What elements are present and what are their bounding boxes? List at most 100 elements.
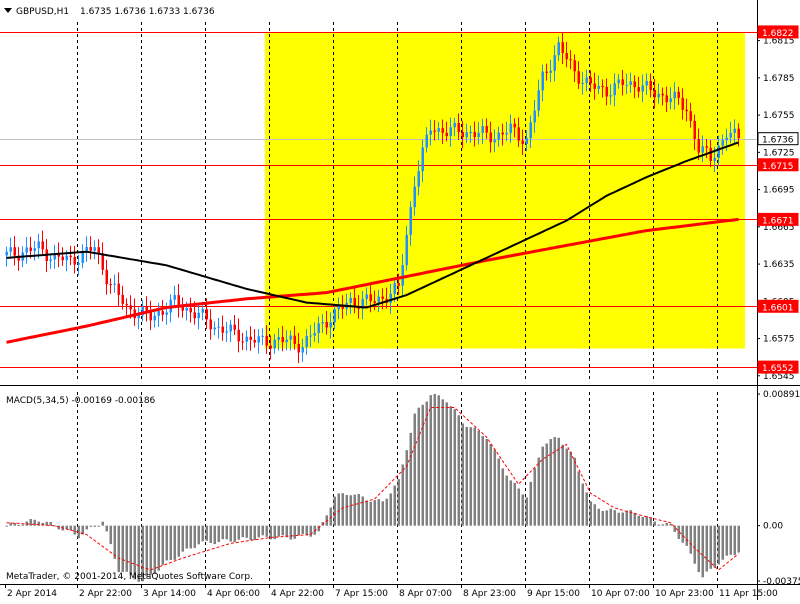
macd-bar <box>413 413 416 526</box>
time-tick-label: 3 Apr 14:00 <box>143 589 196 599</box>
macd-bar <box>573 457 576 526</box>
candle-body <box>213 327 216 330</box>
macd-bar <box>521 494 524 526</box>
macd-bar <box>709 525 712 569</box>
candle-body <box>225 331 228 333</box>
candle-body <box>625 84 628 86</box>
time-tick-label: 2 Apr 22:00 <box>79 589 132 599</box>
macd-bar <box>73 525 76 535</box>
candle-body <box>497 132 500 140</box>
macd-bar <box>125 525 128 572</box>
candle-body <box>737 128 740 139</box>
macd-bar <box>89 525 92 527</box>
macd-bar <box>645 516 648 526</box>
candle-body <box>245 336 248 342</box>
chart-window[interactable]: 1.6815 1.6785 1.6755 1.6725 1.6695 1.6665 1.66… <box>0 0 800 600</box>
macd-bar <box>561 444 564 526</box>
candle-body <box>521 140 524 144</box>
candle-body <box>277 337 280 340</box>
macd-bar <box>369 501 372 526</box>
price-label: 1.6601 <box>762 303 794 313</box>
candle-body <box>697 138 700 153</box>
price-tick-label: 1.6575 <box>763 335 795 345</box>
time-tick-label: 2 Apr 2014 <box>7 589 57 599</box>
macd-bar <box>417 407 420 526</box>
candle-body <box>273 339 276 349</box>
time-tick-label: 4 Apr 06:00 <box>207 589 260 599</box>
candle-body <box>545 71 548 73</box>
macd-bar <box>565 448 568 526</box>
macd-bar <box>165 525 168 561</box>
candle-body <box>613 83 616 96</box>
candle-body <box>541 71 544 91</box>
macd-bar <box>541 446 544 526</box>
macd-bar <box>373 500 376 526</box>
candle-body <box>321 322 324 324</box>
candle-body <box>381 296 384 299</box>
macd-bar <box>501 468 504 526</box>
candle-body <box>409 207 412 235</box>
symbol-timeframe: GBPUSD,H1 <box>16 7 69 17</box>
time-tick-label: 8 Apr 07:00 <box>399 589 452 599</box>
macd-bar <box>181 525 184 552</box>
candle-body <box>157 311 160 316</box>
macd-bar <box>113 525 116 559</box>
candle-body <box>373 301 376 303</box>
macd-bar <box>301 525 304 534</box>
macd-bar <box>341 493 344 526</box>
candle-body <box>5 251 8 256</box>
candle-body <box>269 345 272 349</box>
candle-body <box>125 303 128 306</box>
candle-body <box>465 132 468 138</box>
macd-bar <box>277 525 280 537</box>
macd-bar <box>433 393 436 526</box>
macd-bar <box>617 512 620 526</box>
candle-body <box>453 122 456 128</box>
macd-bar <box>297 525 300 536</box>
macd-bar <box>485 438 488 526</box>
candle-body <box>605 86 608 97</box>
candle-body <box>261 335 264 337</box>
macd-bar <box>265 525 268 537</box>
macd-bar <box>121 525 124 572</box>
macd-bar <box>681 525 684 543</box>
candle-body <box>105 269 108 285</box>
macd-bar <box>69 525 72 531</box>
candle-body <box>329 322 332 328</box>
macd-bar <box>193 525 196 548</box>
candle-body <box>301 347 304 353</box>
candle-body <box>129 305 132 310</box>
macd-bar <box>697 525 700 573</box>
candle-body <box>677 91 680 98</box>
macd-bar <box>249 525 252 541</box>
macd-bar <box>421 404 424 526</box>
price-label: 1.6822 <box>762 29 794 39</box>
candle-body <box>597 85 600 89</box>
copyright-text: MetaTrader, © 2001-2014, MetaQuotes Soft… <box>6 572 253 582</box>
macd-bar <box>105 525 108 532</box>
macd-bar <box>465 426 468 526</box>
candle-body <box>237 329 240 342</box>
candle-body <box>217 326 220 328</box>
chart-canvas[interactable]: 1.68151.67851.67551.67251.66951.66651.66… <box>0 0 800 600</box>
macd-bar <box>657 524 660 526</box>
macd-bar <box>569 451 572 526</box>
candle-body <box>397 283 400 286</box>
candle-body <box>693 120 696 139</box>
macd-bar <box>401 464 404 526</box>
macd-bar <box>577 471 580 526</box>
candle-body <box>489 132 492 143</box>
candle-body <box>665 95 668 103</box>
macd-bar <box>345 495 348 526</box>
candle-body <box>713 157 716 162</box>
candle-body <box>289 335 292 340</box>
macd-bar <box>661 524 664 526</box>
candle-body <box>461 132 464 138</box>
macd-bar <box>497 458 500 526</box>
time-tick-label: 10 Apr 07:00 <box>591 589 650 599</box>
candle-body <box>265 335 268 346</box>
macd-bar <box>669 523 672 526</box>
macd-bar <box>461 423 464 526</box>
candle-body <box>257 336 260 343</box>
macd-bar <box>285 525 288 538</box>
